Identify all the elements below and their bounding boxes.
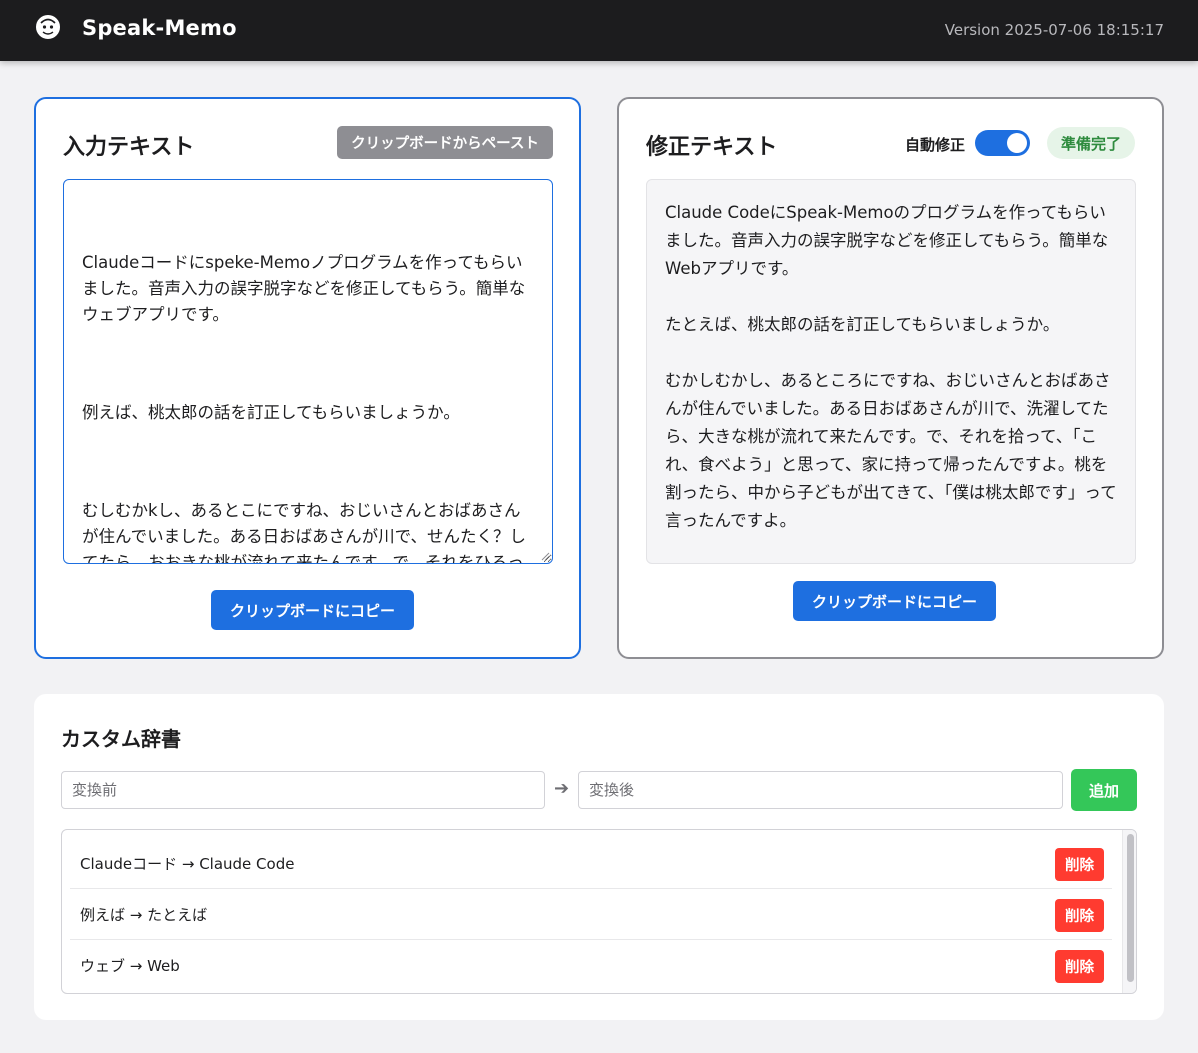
- delete-entry-button[interactable]: 削除: [1055, 950, 1104, 983]
- toggle-knob: [1007, 133, 1027, 153]
- input-panel-title: 入力テキスト: [63, 135, 195, 160]
- app-header: Speak-Memo Version 2025-07-06 18:15:17: [0, 0, 1198, 61]
- output-paragraph: たとえば、桃太郎の話を訂正してもらいましょうか。: [665, 315, 1060, 334]
- custom-dictionary-card: カスタム辞書 ➔ 追加 Claudeコード → Claude Code 削除 例…: [34, 694, 1164, 1020]
- status-badge: 準備完了: [1047, 127, 1135, 159]
- resize-grip-icon[interactable]: [540, 551, 550, 561]
- output-panel: 修正テキスト 自動修正 準備完了 Claude CodeにSpeak-Memoの…: [617, 97, 1164, 659]
- dictionary-entry-text: ウェブ → Web: [80, 957, 180, 975]
- input-panel: 入力テキスト クリップボードからペースト Claudeコードにspeke-Mem…: [34, 97, 581, 659]
- dictionary-list: Claudeコード → Claude Code 削除 例えば → たとえば 削除…: [61, 829, 1137, 994]
- auto-fix-toggle[interactable]: [975, 130, 1030, 156]
- dictionary-entry-text: 例えば → たとえば: [80, 906, 208, 924]
- app-logo-icon: [35, 14, 61, 40]
- dictionary-entry: ウェブ → Web 削除: [70, 940, 1112, 991]
- copy-output-button[interactable]: クリップボードにコピー: [793, 581, 996, 621]
- output-text-area: Claude CodeにSpeak-Memoのプログラムを作ってもらいました。音…: [646, 179, 1136, 564]
- input-paragraph: 例えば、桃太郎の話を訂正してもらいましょうか。: [82, 403, 460, 422]
- input-textarea[interactable]: Claudeコードにspeke-Memoノプログラムを作ってもらいました。音声入…: [63, 179, 553, 564]
- app-title: Speak-Memo: [82, 16, 237, 40]
- scrollbar-thumb[interactable]: [1127, 834, 1134, 982]
- before-conversion-input[interactable]: [61, 771, 545, 809]
- after-conversion-input[interactable]: [578, 771, 1063, 809]
- dictionary-entry-text: Claudeコード → Claude Code: [80, 855, 295, 873]
- version-label: Version 2025-07-06 18:15:17: [944, 21, 1164, 39]
- dictionary-scrollbar[interactable]: [1122, 830, 1136, 993]
- input-paragraph: Claudeコードにspeke-Memoノプログラムを作ってもらいました。音声入…: [82, 253, 526, 324]
- input-paragraph: むしむかkし、あるとこにですね、おじいさんとおばあさんが住んでいました。ある日お…: [82, 501, 527, 564]
- add-entry-button[interactable]: 追加: [1071, 769, 1137, 811]
- output-panel-title: 修正テキスト: [646, 135, 778, 160]
- delete-entry-button[interactable]: 削除: [1055, 848, 1104, 881]
- auto-fix-label: 自動修正: [905, 136, 966, 154]
- output-paragraph: Claude CodeにSpeak-Memoのプログラムを作ってもらいました。音…: [665, 203, 1109, 278]
- paste-from-clipboard-button[interactable]: クリップボードからペースト: [337, 126, 553, 159]
- output-paragraph: むかしむかし、あるところにですね、おじいさんとおばあさんが住んでいました。ある日…: [665, 371, 1117, 530]
- delete-entry-button[interactable]: 削除: [1055, 899, 1104, 932]
- dictionary-entry: Claudeコード → Claude Code 削除: [70, 838, 1112, 889]
- arrow-right-icon: ➔: [554, 778, 570, 799]
- dictionary-entry: 例えば → たとえば 削除: [70, 889, 1112, 940]
- copy-input-button[interactable]: クリップボードにコピー: [211, 590, 414, 630]
- dictionary-title: カスタム辞書: [61, 727, 181, 751]
